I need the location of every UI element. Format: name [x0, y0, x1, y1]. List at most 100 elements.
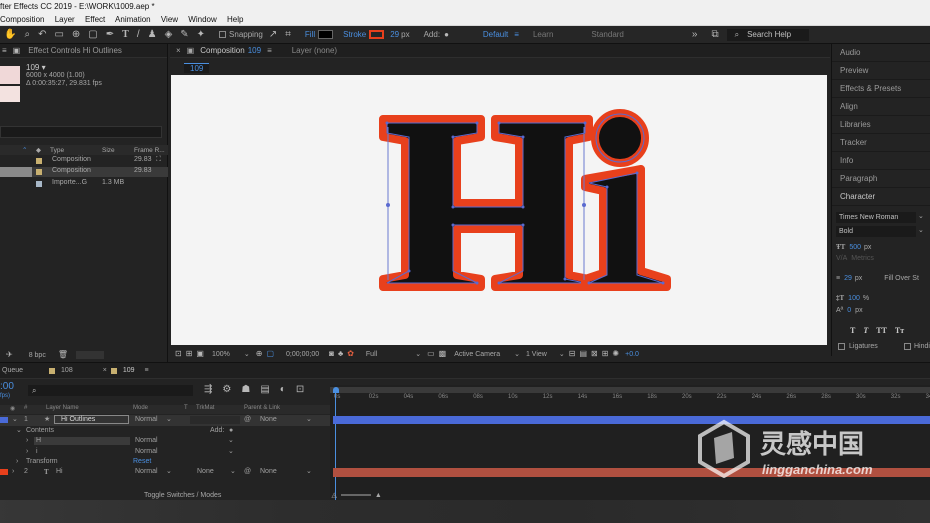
project-row-selected[interactable]: Composition 29.83 — [0, 167, 168, 177]
collapse-arrow-icon[interactable]: › — [16, 457, 18, 468]
col-frame[interactable]: Frame R... — [134, 147, 165, 154]
motion-blur-icon[interactable]: ◐ — [280, 385, 286, 395]
parent-select[interactable]: None — [260, 467, 277, 478]
panel-align[interactable]: Align — [832, 98, 930, 116]
resolution-select[interactable]: Full — [366, 351, 377, 358]
zoom-dropdown-icon[interactable]: ⌄ — [244, 350, 250, 358]
stroke-label[interactable]: Stroke — [343, 30, 366, 39]
mode-dropdown-icon[interactable]: ⌄ — [228, 447, 234, 458]
view-layout-select[interactable]: 1 View — [526, 351, 547, 358]
collapse-arrow-icon[interactable]: › — [26, 447, 28, 458]
stroke-width-value[interactable]: 29 — [844, 275, 852, 282]
stroke-type-select[interactable]: Fill Over St — [884, 275, 919, 282]
brush-tool-icon[interactable]: / — [137, 29, 140, 40]
show-snapshot-icon[interactable]: ♣ — [338, 350, 343, 358]
panel-effects-presets[interactable]: Effects & Presets — [832, 80, 930, 98]
zoom-select[interactable]: 100% — [212, 351, 230, 358]
composition-tab[interactable]: Composition — [200, 46, 244, 55]
fill-color-swatch[interactable] — [318, 30, 334, 39]
panel-info[interactable]: Info — [832, 152, 930, 170]
layer-row-hi-outlines[interactable]: ⌄ 1 ★ Hi Outlines Normal ⌄ @ None ⌄ — [0, 415, 330, 426]
graph-editor-icon[interactable]: ⊡ — [296, 385, 304, 395]
pixel-aspect-icon[interactable]: ⊟ — [569, 350, 576, 358]
fill-label[interactable]: Fill — [305, 30, 315, 39]
menu-help[interactable]: Help — [227, 15, 243, 24]
footer-slider[interactable] — [75, 351, 104, 359]
frame-blending-icon[interactable]: ▤ — [260, 385, 269, 395]
timeline-tab-108[interactable]: 108 — [61, 367, 73, 374]
ligatures-checkbox[interactable] — [838, 343, 845, 350]
trkmat-select[interactable]: None — [197, 467, 214, 478]
parent-dropdown-icon[interactable]: ⌄ — [306, 415, 312, 426]
workspace-menu-icon[interactable]: ≡ — [514, 30, 519, 39]
zoom-in-icon[interactable]: ▲ — [375, 492, 382, 499]
always-preview-icon[interactable]: ⊡ — [175, 350, 182, 358]
overlay-icon[interactable]: ▣ — [196, 350, 204, 358]
pen-tool-icon[interactable]: ✒ — [106, 29, 114, 40]
mode-dropdown-icon[interactable]: ⌄ — [228, 436, 234, 447]
expand-arrow-icon[interactable]: ⌄ — [16, 426, 22, 437]
layer-mode[interactable]: Normal — [135, 467, 158, 478]
trkmat-field[interactable] — [190, 416, 240, 424]
snapping-toggle[interactable]: Snapping — [219, 30, 263, 39]
small-caps-button[interactable]: Tт — [895, 326, 904, 335]
sort-icon[interactable]: ⌃ — [22, 146, 27, 154]
menu-animation[interactable]: Animation — [115, 15, 151, 24]
zoom-slider[interactable] — [340, 494, 371, 496]
timeline-icon[interactable]: ⊠ — [591, 350, 598, 358]
render-queue-tab[interactable]: Queue — [2, 367, 23, 374]
grid-icon[interactable]: ⊕ — [256, 350, 263, 358]
composition-viewer[interactable] — [171, 75, 827, 345]
layer-transform-row[interactable]: › Transform Reset — [0, 457, 330, 468]
lock-icon[interactable]: ▣ — [187, 46, 195, 55]
menu-effect[interactable]: Effect — [85, 15, 105, 24]
breadcrumb-comp[interactable]: 109 — [184, 63, 210, 73]
trash-icon[interactable]: 🗑 — [58, 351, 68, 359]
col-layer-name[interactable]: Layer Name — [46, 405, 79, 411]
composition-tab-number[interactable]: 109 — [248, 46, 261, 55]
hand-tool-icon[interactable]: ✋ — [4, 29, 16, 40]
close-tab-icon[interactable]: × — [103, 367, 107, 374]
transparency-grid-icon[interactable]: ▩ — [439, 350, 447, 358]
flowchart-icon[interactable]: ⛶ — [156, 156, 161, 164]
puppet-tool-icon[interactable]: ✦ — [197, 29, 205, 40]
vertical-scale-field[interactable]: ‡T 100 % — [836, 294, 869, 302]
mode-dropdown-icon[interactable]: ⌄ — [166, 415, 172, 426]
pickwhip-icon[interactable]: @ — [244, 467, 251, 478]
current-time-indicator[interactable] — [333, 387, 339, 505]
draft-3d-icon[interactable]: ⚙ — [222, 385, 231, 395]
camera-tool-icon[interactable]: ▭ — [54, 29, 63, 40]
menu-view[interactable]: View — [161, 15, 178, 24]
project-row[interactable]: Composition 29.83 ⛶ — [0, 156, 168, 166]
panel-paragraph[interactable]: Paragraph — [832, 170, 930, 188]
font-size-field[interactable]: ŦT 500 px — [836, 243, 871, 251]
bpc-label[interactable]: 8 bpc — [29, 352, 46, 359]
hindi-checkbox[interactable] — [904, 343, 911, 350]
lock-icon[interactable]: ▣ — [13, 46, 21, 55]
zoom-out-icon[interactable]: ◬ — [331, 491, 336, 499]
parent-dropdown-icon[interactable]: ⌄ — [306, 467, 312, 478]
workspace-default[interactable]: Default — [483, 30, 508, 39]
pan-behind-tool-icon[interactable]: ⊕ — [72, 29, 80, 40]
leading-field[interactable]: V/A Metrics — [836, 255, 874, 262]
collapse-arrow-icon[interactable]: › — [12, 467, 14, 478]
layer-group-h-row[interactable]: › H Normal ⌄ — [0, 436, 330, 447]
snapping-checkbox[interactable] — [219, 31, 227, 38]
all-caps-button[interactable]: TT — [876, 326, 887, 335]
stroke-width-value[interactable]: 29 — [390, 30, 399, 39]
leading-value[interactable]: Metrics — [851, 255, 874, 262]
baseline-shift-value[interactable]: 0 — [847, 307, 851, 314]
interpret-icon[interactable]: ✈ — [6, 351, 13, 359]
type-tool-icon[interactable]: T — [122, 29, 129, 40]
font-style-dropdown-icon[interactable]: ⌄ — [918, 226, 924, 234]
layer-contents-row[interactable]: ⌄ Contents Add: ● — [0, 426, 330, 437]
shy-icon[interactable]: ☗ — [241, 385, 250, 395]
region-icon[interactable]: ▢ — [266, 350, 274, 358]
zoom-tool-icon[interactable]: ⌕ — [24, 29, 30, 40]
trkmat-dropdown-icon[interactable]: ⌄ — [230, 467, 236, 478]
view-dropdown-icon[interactable]: ⌄ — [559, 350, 565, 358]
layer-mode[interactable]: Normal — [135, 415, 158, 426]
add-menu-icon[interactable]: ● — [229, 426, 233, 437]
snapshot-icon[interactable]: ◙ — [329, 350, 334, 358]
stroke-width-field[interactable]: ≡ 29 px Fill Over St — [836, 275, 919, 282]
